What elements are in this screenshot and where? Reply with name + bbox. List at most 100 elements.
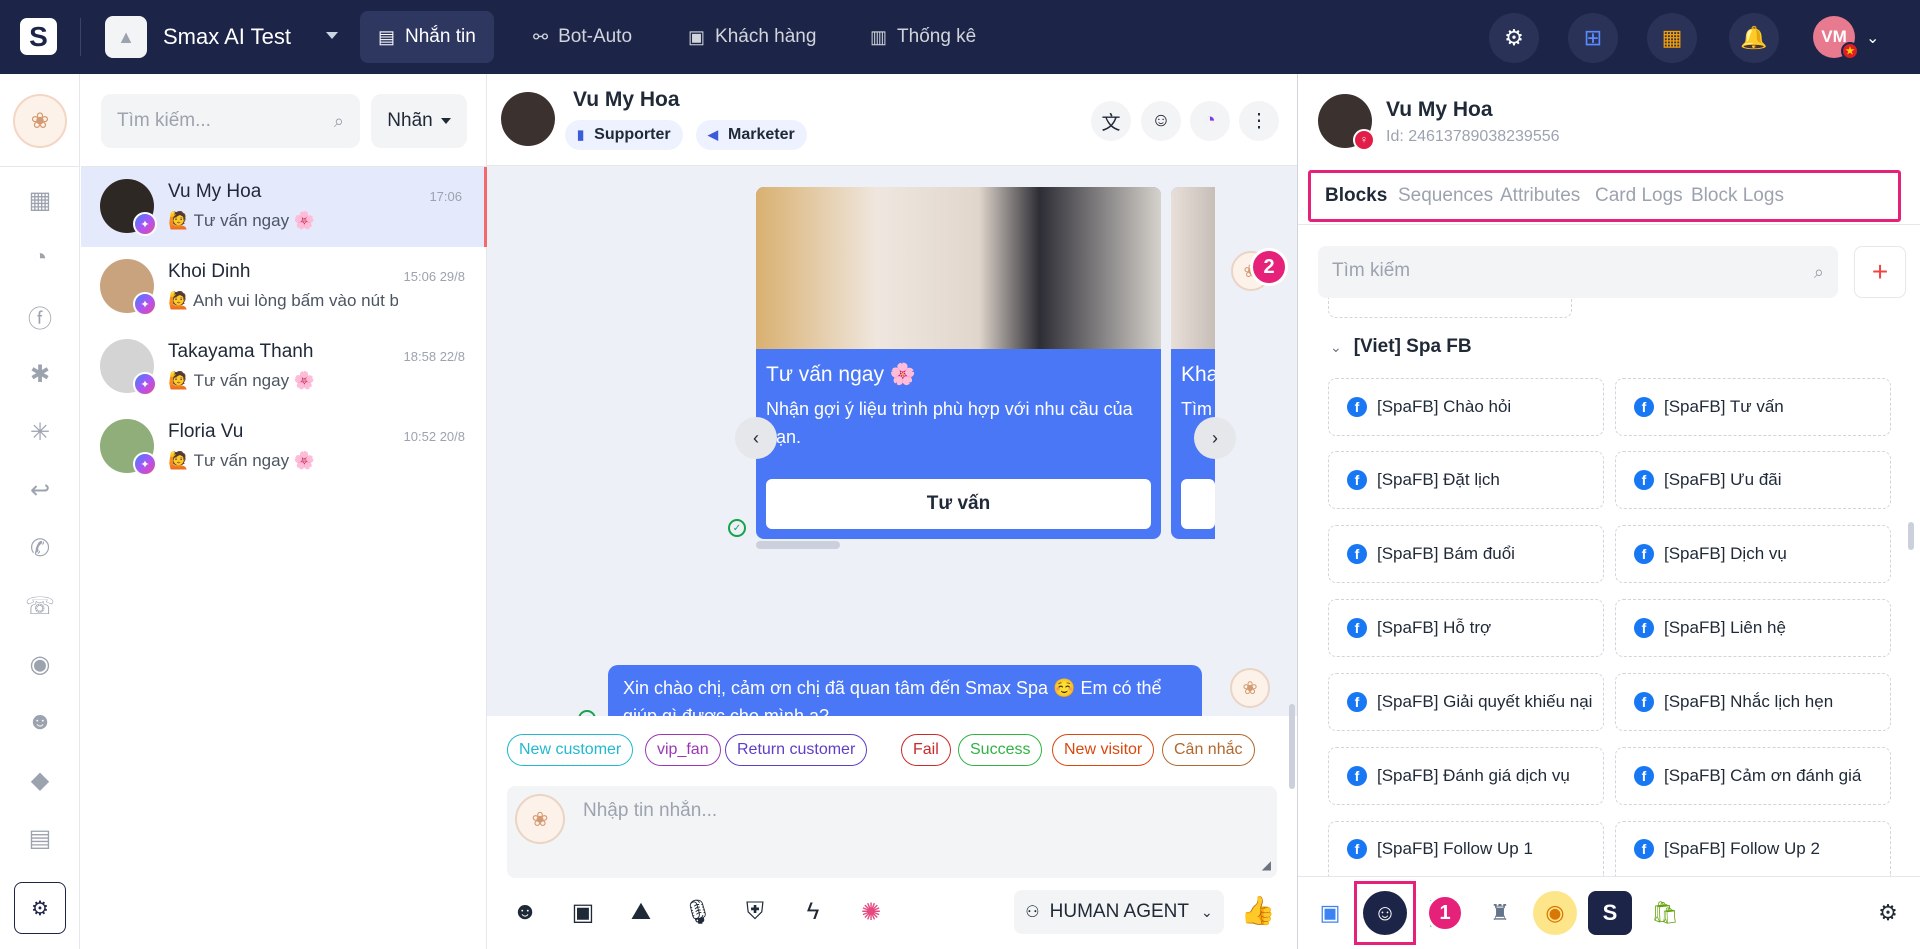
avatar[interactable]: ♀ (1318, 94, 1375, 151)
block-item[interactable]: f [SpaFB] Follow Up 1 (1328, 821, 1604, 876)
facebook-icon[interactable]: ⓕ (24, 300, 56, 333)
chip-consider[interactable]: Cân nhắc (1162, 734, 1255, 766)
tools-icon[interactable]: ⚙ (14, 882, 66, 934)
block-item[interactable]: f [SpaFB] Bám đuổi (1328, 525, 1604, 583)
panel-scrollbar[interactable] (1908, 522, 1914, 550)
chip-success[interactable]: Success (958, 734, 1043, 766)
app-avatar-icon[interactable]: ▲ (105, 16, 147, 58)
tab-customers[interactable]: ▣ Khách hàng (670, 11, 834, 63)
tab-stats[interactable]: ▥ Thống kê (852, 11, 994, 63)
tag-supporter[interactable]: ▮ Supporter (565, 120, 683, 150)
apps-add-icon[interactable]: ⊞ (1568, 13, 1618, 63)
conversation-item[interactable]: ✦ Vu My Hoa 17:06 🙋 Tư vấn ngay 🌸 (81, 167, 487, 247)
add-block-button[interactable]: + (1854, 246, 1906, 298)
block-item[interactable]: f [SpaFB] Giải quyết khiếu nại (1328, 673, 1604, 731)
block-item[interactable]: f [SpaFB] Liên hệ (1615, 599, 1891, 657)
bell-icon[interactable]: 🔔 (1729, 13, 1779, 63)
conversation-item[interactable]: ✦ Floria Vu 10:52 20/8 🙋 Tư vấn ngay 🌸 (81, 407, 487, 487)
search-input[interactable] (117, 110, 317, 132)
block-item[interactable]: f [SpaFB] Ưu đãi (1615, 451, 1891, 509)
carousel-scrollbar[interactable] (756, 541, 840, 549)
image-icon[interactable]: ⛰ (621, 892, 661, 932)
chip-new-customer[interactable]: New customer (507, 734, 634, 766)
tab-block-logs[interactable]: Block Logs (1691, 185, 1784, 207)
phone-missed-icon[interactable]: ☏ (24, 590, 56, 622)
block-item[interactable]: f [SpaFB] Chào hỏi (1328, 378, 1604, 436)
block-item[interactable]: f [SpaFB] Dịch vụ (1615, 525, 1891, 583)
search-icon[interactable]: ⌕ (334, 111, 344, 132)
chip-new-visitor[interactable]: New visitor (1052, 734, 1155, 766)
settings-icon[interactable]: ⚙ (1489, 13, 1539, 63)
chevron-right-icon[interactable]: › (1194, 417, 1236, 459)
tab-messages[interactable]: ▤ Nhắn tin (360, 11, 494, 63)
label-filter-button[interactable]: Nhãn (371, 94, 467, 148)
brand-logo[interactable]: ❀ (13, 94, 67, 148)
translate-icon[interactable]: 文 (1091, 101, 1131, 141)
card-button[interactable]: Tư vấn (766, 479, 1151, 529)
tab-attributes[interactable]: Attributes (1500, 185, 1580, 207)
block-item[interactable]: f [SpaFB] Đánh giá dịch vụ (1328, 747, 1604, 805)
thumbs-up-icon[interactable]: 👍 (1238, 890, 1278, 930)
emoji-icon[interactable]: ☻ (505, 892, 545, 932)
shopify-icon[interactable]: 🛍 (1643, 891, 1687, 935)
human-agent-button[interactable]: ⚇ HUMAN AGENT ⌄ (1014, 890, 1224, 934)
calendar-icon[interactable]: ▦ (24, 184, 56, 216)
tab-blocks[interactable]: Blocks (1325, 185, 1387, 207)
quick-reply-icon[interactable]: ▣ (563, 892, 603, 932)
tag-icon[interactable]: ◆ (24, 764, 56, 796)
star-settings-icon[interactable]: ✱ (24, 358, 56, 390)
search-icon[interactable]: ⌕ (1814, 262, 1824, 283)
document-icon[interactable]: ▤ (24, 822, 56, 854)
message-thread[interactable]: Tư vấn ngay 🌸 Nhận gợi ý liệu trình phù … (487, 166, 1297, 716)
smax-icon[interactable]: S (1588, 891, 1632, 935)
chevron-down-icon[interactable]: ⌄ (1866, 28, 1879, 48)
block-item[interactable]: f [SpaFB] Nhắc lịch hẹn (1615, 673, 1891, 731)
package-icon[interactable]: ▦ (1647, 13, 1697, 63)
chip-vip-fan[interactable]: vip_fan (645, 734, 721, 766)
shield-icon[interactable]: ⛨ (735, 892, 775, 932)
tag-marketer[interactable]: ◀ Marketer (696, 120, 807, 150)
user-avatar[interactable]: VM ★ (1813, 16, 1859, 60)
contact-icon[interactable]: ▣ (1308, 891, 1352, 935)
reply-icon[interactable]: ↩ (24, 474, 56, 506)
lightning-icon[interactable]: ϟ (793, 892, 833, 932)
microphone-icon[interactable]: 🎙 (678, 892, 718, 932)
asterisk-icon[interactable]: ✳ (24, 416, 56, 448)
app-name[interactable]: Smax AI Test (163, 24, 291, 50)
bot-icon[interactable]: ☺ (1141, 101, 1181, 141)
users-icon[interactable]: ☻ (24, 706, 56, 738)
block-item[interactable]: f [SpaFB] Cảm ơn đánh giá (1615, 747, 1891, 805)
bot-avatar[interactable]: ❀ (515, 794, 565, 844)
tab-sequences[interactable]: Sequences (1398, 185, 1493, 207)
conversation-item[interactable]: ✦ Takayama Thanh 18:58 22/8 🙋 Tư vấn nga… (81, 327, 487, 407)
resize-handle-icon[interactable]: ◢ (1262, 858, 1271, 872)
phone-icon[interactable]: ✆ (24, 532, 56, 564)
chevron-down-icon[interactable] (326, 32, 338, 39)
chip-return-customer[interactable]: Return customer (725, 734, 868, 766)
eye-icon[interactable]: ◉ (24, 648, 56, 680)
eye-app-icon[interactable]: ◉ (1533, 891, 1577, 935)
tab-card-logs[interactable]: Card Logs (1595, 185, 1683, 207)
chip-fail[interactable]: Fail (901, 734, 951, 766)
tab-bot-auto[interactable]: ⚯ Bot-Auto (515, 11, 650, 63)
block-group-header[interactable]: ⌄ [Viet] Spa FB (1330, 336, 1472, 358)
settings-icon[interactable]: ⚙ (1866, 891, 1910, 935)
messenger-icon[interactable]: ◔ (24, 242, 56, 274)
block-item[interactable]: f [SpaFB] Hỗ trợ (1328, 599, 1604, 657)
messenger-icon[interactable]: ◔ (1190, 101, 1230, 141)
smax-logo[interactable]: S (20, 18, 57, 55)
robot-icon[interactable]: ♜ (1478, 891, 1522, 935)
chat-scrollbar[interactable] (1289, 704, 1295, 789)
block-item[interactable]: f [SpaFB] Tư vấn (1615, 378, 1891, 436)
message-input[interactable] (583, 796, 1263, 826)
more-vertical-icon[interactable]: ⋮ (1239, 101, 1279, 141)
conversation-item[interactable]: ✦ Khoi Dinh 15:06 29/8 🙋 Anh vui lòng bấ… (81, 247, 487, 327)
card-button[interactable] (1181, 479, 1215, 529)
block-item[interactable] (1328, 298, 1572, 318)
chat-contact-name[interactable]: Vu My Hoa (573, 88, 680, 112)
chevron-left-icon[interactable]: ‹ (735, 417, 777, 459)
search-input[interactable] (1332, 260, 1792, 282)
avatar[interactable] (501, 92, 555, 146)
block-item[interactable]: f [SpaFB] Follow Up 2 (1615, 821, 1891, 876)
block-item[interactable]: f [SpaFB] Đặt lịch (1328, 451, 1604, 509)
